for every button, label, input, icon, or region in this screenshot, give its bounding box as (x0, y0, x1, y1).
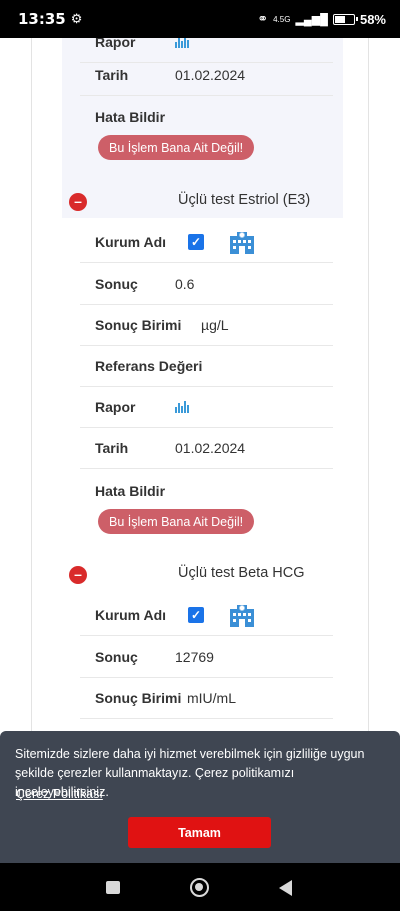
unit-value: µg/L (201, 317, 229, 333)
status-icons: ⚭ 4.5G ▂▄▆█ 58% (257, 11, 386, 27)
accept-cookies-button[interactable]: Tamam (128, 817, 271, 848)
cookie-policy-link[interactable]: Çerez Politikası (16, 787, 103, 801)
institution-checkbox[interactable]: ✓ (188, 607, 204, 623)
home-icon[interactable] (190, 878, 209, 897)
system-nav-bar (0, 863, 400, 911)
gear-icon: ⚙ (70, 11, 83, 26)
unit-label: Sonuç Birimi (95, 690, 182, 706)
hospital-icon[interactable] (229, 602, 255, 628)
back-icon[interactable] (279, 880, 292, 896)
error-row: Hata Bildir (80, 470, 333, 511)
battery-fill (334, 15, 345, 23)
battery-icon (332, 13, 358, 25)
result-value: 0.6 (175, 276, 195, 292)
status-bar: 13:35 ⚙ ⚭ 4.5G ▂▄▆█ 58% (0, 0, 400, 38)
result-value: 12769 (175, 649, 214, 665)
link-icon: ⚭ (257, 11, 269, 26)
recents-icon[interactable] (106, 881, 120, 894)
unit-value: mIU/mL (187, 690, 236, 706)
reference-label: Referans Değeri (95, 358, 203, 374)
report-error-button[interactable]: Bu İşlem Bana Ait Değil! (98, 135, 255, 160)
unit-row: Sonuç Birimi µg/L (80, 305, 333, 346)
date-value: 01.02.2024 (175, 440, 246, 456)
date-value: 01.02.2024 (175, 67, 246, 83)
cookie-banner: Sitemizde sizlere daha iyi hizmet verebi… (0, 731, 400, 863)
collapse-icon[interactable]: – (69, 566, 87, 584)
date-row: Tarih 01.02.2024 (80, 428, 333, 469)
reference-row: Referans Değeri (80, 346, 333, 387)
network-label: 4.5G (273, 14, 291, 24)
chart-icon[interactable] (175, 38, 189, 48)
section-title: Üçlü test Beta HCG (178, 565, 305, 581)
hospital-icon[interactable] (229, 229, 255, 255)
report-label: Rapor (95, 38, 136, 50)
error-label: Hata Bildir (95, 108, 166, 125)
report-error-button[interactable]: Bu İşlem Bana Ait Değil! (98, 509, 255, 534)
report-row: Rapor (80, 387, 333, 428)
date-row: Tarih 01.02.2024 (80, 55, 333, 96)
error-row: Hata Bildir (80, 96, 333, 137)
unit-label: Sonuç Birimi (95, 317, 182, 333)
date-label: Tarih (95, 440, 129, 456)
chart-icon[interactable] (175, 401, 189, 413)
unit-row: Sonuç Birimi mIU/mL (80, 678, 333, 719)
error-label: Hata Bildir (95, 482, 166, 499)
institution-label: Kurum Adı (95, 607, 167, 623)
result-row: Sonuç 0.6 (80, 264, 333, 305)
collapse-icon[interactable]: – (69, 193, 87, 211)
section-header[interactable]: – Üçlü test Estriol (E3) (62, 186, 343, 216)
clock: 13:35 (18, 10, 66, 28)
report-label: Rapor (95, 399, 136, 415)
battery-percent: 58% (359, 11, 386, 27)
section-title: Üçlü test Estriol (E3) (178, 192, 311, 208)
institution-checkbox[interactable]: ✓ (188, 234, 204, 250)
signal-icon: ▂▄▆█ (295, 13, 328, 26)
result-row: Sonuç 12769 (80, 637, 333, 678)
result-label: Sonuç (95, 276, 138, 292)
institution-row: Kurum Adı ✓ (80, 222, 333, 263)
result-label: Sonuç (95, 649, 138, 665)
institution-row: Kurum Adı ✓ (80, 595, 333, 636)
institution-label: Kurum Adı (95, 234, 167, 250)
section-header[interactable]: – Üçlü test Beta HCG (62, 559, 343, 589)
date-label: Tarih (95, 67, 129, 83)
